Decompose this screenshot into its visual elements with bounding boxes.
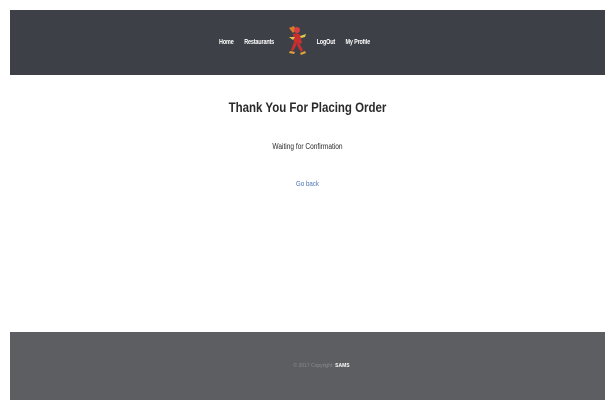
nav-link-logout[interactable]: LogOut <box>317 39 336 46</box>
navbar: Home Restaurants LogOut My Profile <box>10 10 605 75</box>
footer: © 2017 Copyright: SAMS <box>10 332 605 400</box>
main-content: Thank You For Placing Order Waiting for … <box>10 75 605 332</box>
nav-link-my-profile[interactable]: My Profile <box>346 39 371 46</box>
footer-brand-link[interactable]: SAMS <box>335 363 349 369</box>
nav-link-home[interactable]: Home <box>220 39 235 46</box>
page: Home Restaurants LogOut My Profile Thank… <box>0 0 605 400</box>
footer-copyright: © 2017 Copyright: SAMS <box>293 363 349 369</box>
copyright-text: © 2017 Copyright: <box>293 363 334 369</box>
chef-logo-icon[interactable] <box>282 23 310 59</box>
page-title: Thank You For Placing Order <box>228 99 387 115</box>
nav-link-restaurants[interactable]: Restaurants <box>244 39 274 46</box>
status-message: Waiting for Confirmation <box>272 142 343 151</box>
nav-links: Home Restaurants LogOut My Profile <box>215 25 375 61</box>
go-back-link[interactable]: Go back <box>64 179 552 188</box>
